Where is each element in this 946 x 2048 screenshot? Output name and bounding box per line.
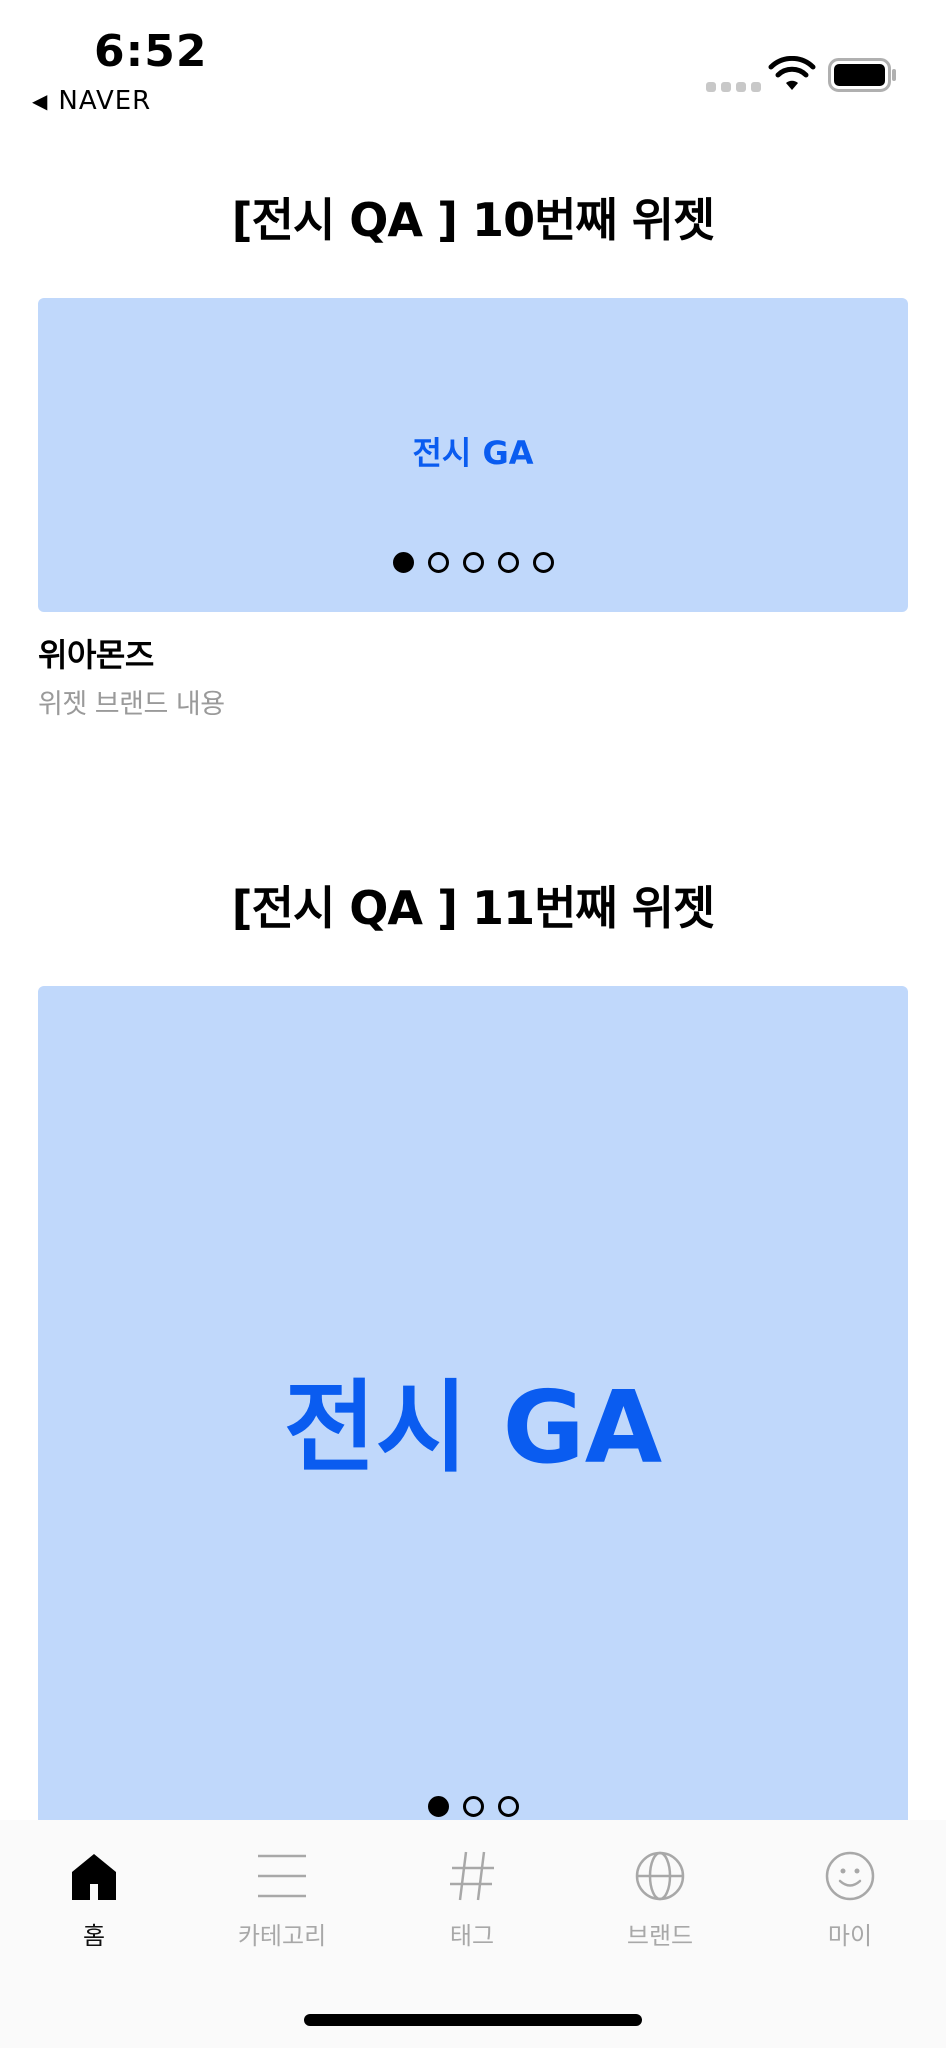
back-to-app-button[interactable]: ◀ NAVER (32, 86, 151, 116)
widget-banner[interactable]: 전시 GA (38, 298, 908, 612)
tab-brand[interactable]: 브랜드 (590, 1850, 730, 1951)
tab-tag[interactable]: 태그 (402, 1850, 542, 1951)
widget-banner[interactable]: 전시 GA (38, 986, 908, 1820)
tab-label: 브랜드 (626, 1922, 694, 1950)
banner-text: 전시 GA (412, 434, 534, 472)
tab-label: 마이 (827, 1922, 873, 1950)
page-dot[interactable] (497, 552, 519, 573)
page-dot[interactable] (532, 552, 554, 573)
brand-description: 위젯 브랜드 내용 (38, 689, 225, 720)
tab-label: 홈 (82, 1922, 106, 1950)
widget-title: [전시 QA ] 11번째 위젯 (231, 881, 716, 935)
battery-icon (828, 58, 896, 92)
widget-title: [전시 QA ] 10번째 위젯 (231, 193, 716, 247)
status-time: 6:52 (94, 26, 208, 77)
tab-home[interactable]: 홈 (24, 1850, 164, 1951)
brand-name[interactable]: 위아몬즈 (38, 630, 154, 676)
cellular-signal-icon (706, 82, 761, 92)
wifi-icon (768, 56, 816, 90)
tab-label: 태그 (449, 1922, 495, 1950)
home-icon (72, 1854, 116, 1900)
back-app-label: NAVER (58, 86, 152, 116)
page-dot[interactable] (462, 552, 484, 573)
tab-category[interactable]: 카테고리 (212, 1850, 352, 1951)
page-indicator (38, 552, 908, 573)
tab-my[interactable]: 마이 (780, 1850, 920, 1951)
page-dot[interactable] (497, 1796, 519, 1817)
page-dot-active[interactable] (392, 552, 414, 573)
page-dot[interactable] (427, 552, 449, 573)
banner-text: 전시 GA (283, 1369, 663, 1486)
smiley-icon (825, 1851, 875, 1901)
back-triangle-icon: ◀ (32, 89, 49, 113)
status-bar: 6:52 ◀ NAVER (0, 0, 946, 130)
hashtag-icon (450, 1851, 494, 1901)
tab-label: 카테고리 (237, 1922, 327, 1950)
page-indicator (38, 1796, 908, 1817)
page-dot[interactable] (462, 1796, 484, 1817)
menu-lines-icon (258, 1854, 306, 1898)
globe-icon (635, 1851, 685, 1901)
page-dot-active[interactable] (427, 1796, 449, 1817)
home-indicator[interactable] (304, 2014, 642, 2026)
